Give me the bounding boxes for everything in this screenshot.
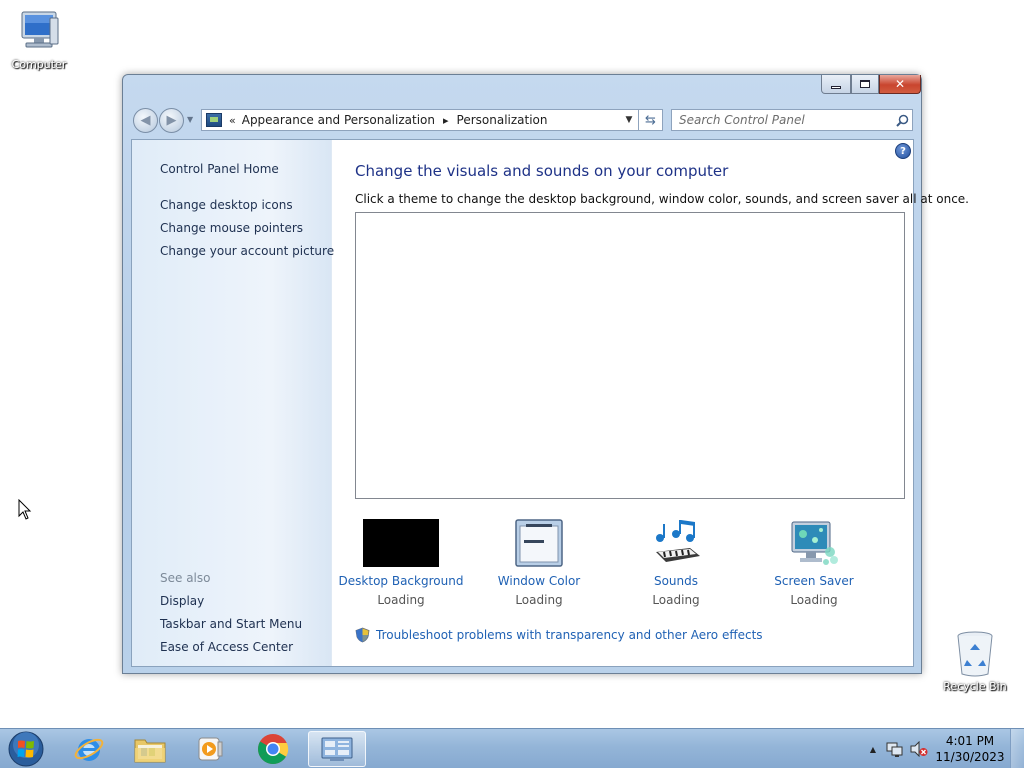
taskbar-start-menu-link[interactable]: Taskbar and Start Menu [160,617,302,631]
search-box [671,109,913,131]
desktop-background-icon [363,519,439,567]
root-chevron[interactable]: « [229,114,236,127]
sounds-status: Loading [652,593,700,607]
nav-arrows: ◀ ▶ ▼ [131,107,195,133]
internet-explorer-icon [74,738,104,761]
theme-list[interactable] [355,212,905,499]
address-dropdown-icon[interactable]: ▼ [620,115,638,125]
screen-saver-status: Loading [790,593,838,607]
change-mouse-pointers-link[interactable]: Change mouse pointers [160,221,303,235]
clock[interactable]: 4:01 PM 11/30/2023 [932,733,1008,765]
screen-saver-setting[interactable]: Screen Saver Loading [746,518,882,607]
mouse-pointer-icon [18,499,32,520]
close-icon: ✕ [894,77,906,91]
back-arrow-icon: ◀ [140,113,151,128]
back-button[interactable]: ◀ [133,108,158,133]
page-description: Click a theme to change the desktop back… [355,192,969,206]
breadcrumb: « Appearance and Personalization ▸ Perso… [222,113,548,127]
page-title: Change the visuals and sounds on your co… [355,162,729,180]
refresh-icon: ⇆ [645,112,656,128]
caption-buttons: ✕ [821,75,921,95]
recent-pages-dropdown-icon[interactable]: ▼ [187,115,193,124]
breadcrumb-personalization[interactable]: Personalization [457,113,548,127]
control-panel-home-link[interactable]: Control Panel Home [160,162,279,176]
desktop-icon-recycle-bin[interactable]: Recycle Bin [940,630,1010,693]
personalization-window: ✕ ◀ ▶ ▼ « Appearance and Personalization… [122,74,969,674]
address-bar[interactable]: « Appearance and Personalization ▸ Perso… [201,109,639,131]
forward-button[interactable]: ▶ [159,108,184,133]
close-button[interactable]: ✕ [879,75,921,94]
left-pane: Control Panel Home Change desktop icons … [132,140,334,666]
change-desktop-icons-link[interactable]: Change desktop icons [160,198,293,212]
troubleshoot-link[interactable]: Troubleshoot problems with transparency … [355,627,763,643]
search-icon[interactable] [892,110,912,130]
content-area: Control Panel Home Change desktop icons … [131,139,969,667]
breadcrumb-separator-icon[interactable]: ▸ [443,114,449,127]
window-color-icon [515,519,563,567]
window-color-status: Loading [515,593,563,607]
sounds-link[interactable]: Sounds [608,574,744,588]
search-input[interactable] [672,110,892,130]
display-link[interactable]: Display [160,594,204,608]
shield-icon [355,627,370,643]
control-panel-icon [206,113,222,127]
recycle-bin-icon [957,631,993,677]
minimize-button[interactable] [821,75,851,94]
volume-muted-icon[interactable] [910,741,928,757]
window-color-setting[interactable]: Window Color Loading [471,518,607,607]
recycle-bin-label: Recycle Bin [943,680,1007,693]
main-pane: ? Change the visuals and sounds on your … [333,140,969,666]
desktop-background-setting[interactable]: Desktop Background Loading [333,518,469,607]
sounds-setting[interactable]: Sounds Loading [608,518,744,607]
breadcrumb-appearance[interactable]: Appearance and Personalization [242,113,435,127]
taskbar-windows-explorer[interactable] [121,731,179,767]
desktop-icon-computer[interactable]: Computer [4,8,74,71]
sounds-icon [656,520,700,562]
window-color-link[interactable]: Window Color [471,574,607,588]
taskbar-media-player[interactable] [182,731,240,767]
folder-icon [134,739,166,763]
chrome-icon [258,734,289,765]
change-account-picture-link[interactable]: Change your account picture [160,244,334,258]
refresh-button[interactable]: ⇆ [639,109,663,131]
forward-arrow-icon: ▶ [166,113,177,128]
desktop-background-status: Loading [377,593,425,607]
clock-date: 11/30/2023 [935,750,1005,764]
taskbar: ▲ 4:01 PM 11/30/2023 [0,728,1024,768]
screen-saver-icon [791,521,838,565]
navigation-bar: ◀ ▶ ▼ « Appearance and Personalization ▸… [131,107,913,133]
clock-time: 4:01 PM [945,734,995,748]
computer-label: Computer [11,58,67,71]
computer-icon [21,11,59,48]
ease-of-access-link[interactable]: Ease of Access Center [160,640,293,654]
maximize-icon [860,80,870,88]
network-icon[interactable] [886,741,904,757]
taskbar-control-panel[interactable] [308,731,366,767]
taskbar-chrome[interactable] [244,731,302,767]
show-desktop-button[interactable] [1010,729,1024,768]
desktop-background-link[interactable]: Desktop Background [333,574,469,588]
help-icon[interactable]: ? [895,143,911,159]
start-button[interactable] [6,730,46,768]
taskbar-internet-explorer[interactable] [60,731,118,767]
maximize-button[interactable] [851,75,879,94]
media-player-icon [198,737,223,761]
system-tray: ▲ 4:01 PM 11/30/2023 [870,729,1024,768]
show-hidden-icons-icon[interactable]: ▲ [870,745,876,754]
control-panel-taskbar-icon [321,737,353,761]
troubleshoot-label[interactable]: Troubleshoot problems with transparency … [376,628,763,642]
see-also-heading: See also [160,571,211,585]
screen-saver-link[interactable]: Screen Saver [746,574,882,588]
minimize-icon [831,85,841,89]
windows-start-icon [8,731,44,767]
